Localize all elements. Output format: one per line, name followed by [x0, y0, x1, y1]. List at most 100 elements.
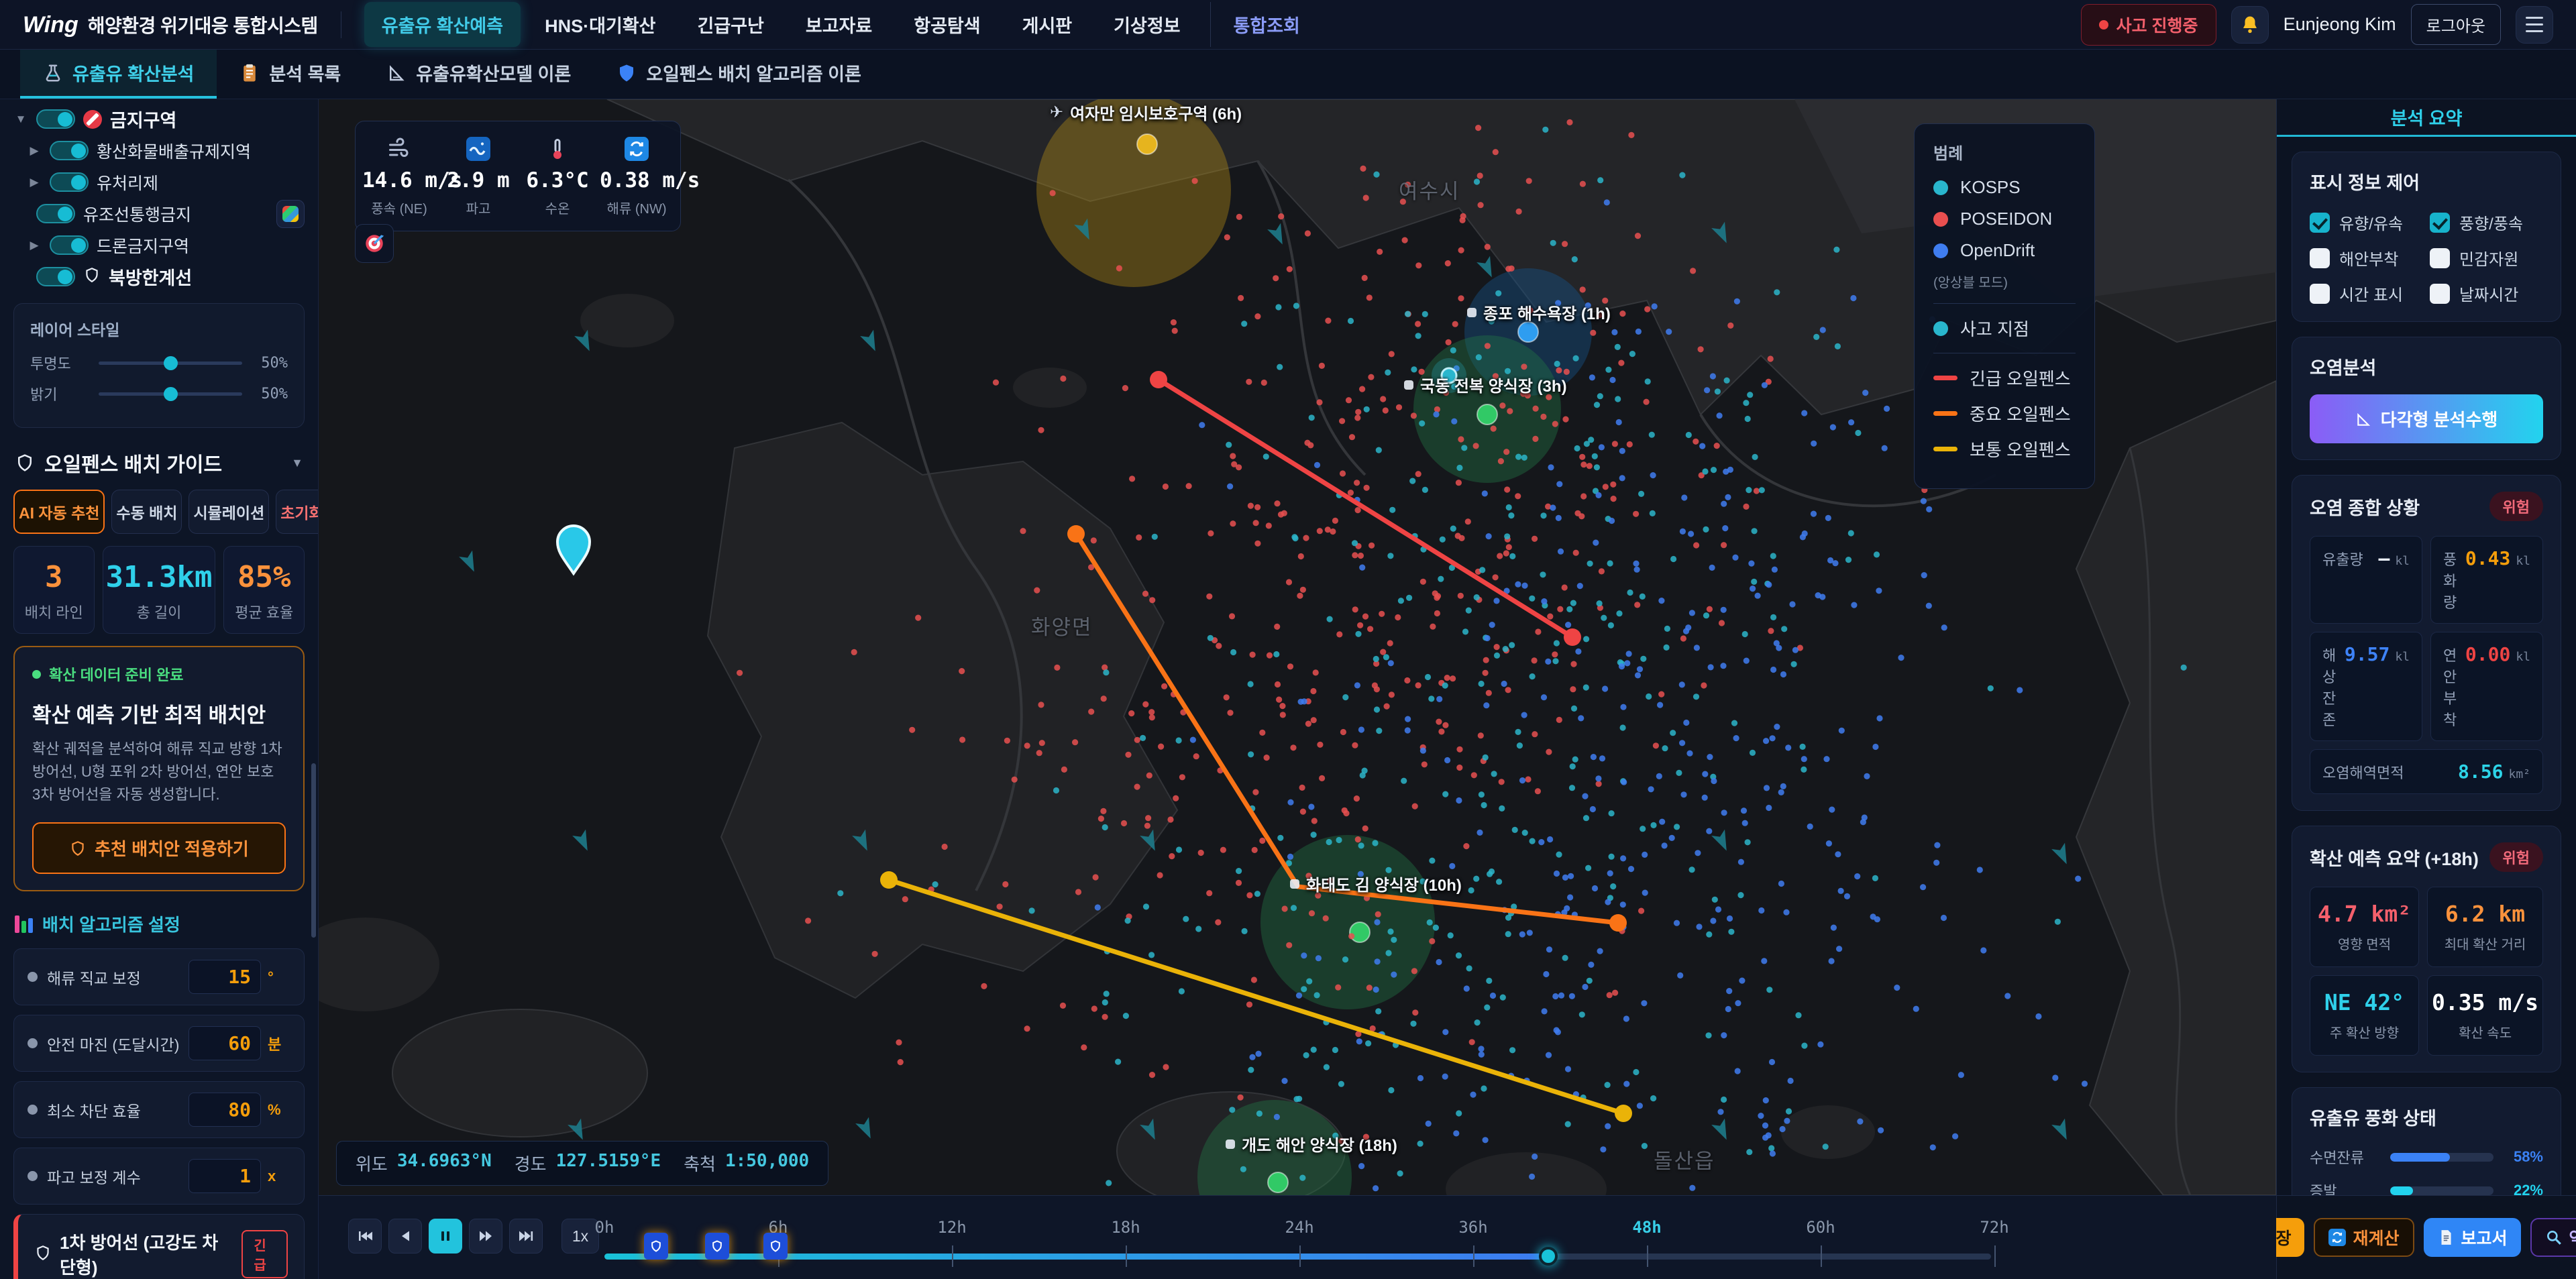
legend-line-icon: [1933, 447, 1957, 451]
checkbox-4[interactable]: 시간 표시: [2310, 282, 2423, 305]
checkbox-checked-icon[interactable]: [2430, 213, 2450, 233]
checkbox-5[interactable]: 날짜시간: [2430, 282, 2543, 305]
pollution-analysis-card: 오염분석 다각형 분석수행: [2292, 337, 2561, 460]
priority-badge: 긴급: [241, 1230, 288, 1278]
checkbox-icon[interactable]: [2430, 284, 2450, 304]
skip-end-button[interactable]: [509, 1219, 543, 1254]
mode-button-3[interactable]: 초기화: [276, 490, 319, 534]
subtab-2[interactable]: 유출유확산모델 이론: [364, 50, 594, 99]
recalculate-button[interactable]: 재계산: [2314, 1218, 2414, 1257]
shield-icon: [710, 1239, 724, 1253]
layer-label-4: 드론금지구역: [97, 233, 189, 258]
weather-label: 파고: [441, 198, 515, 217]
chevron-right-icon[interactable]: ▶: [27, 239, 42, 252]
pollution-value: —: [2378, 547, 2390, 569]
shield-icon: [83, 266, 101, 287]
backtrack-button[interactable]: 역추적: [2530, 1218, 2576, 1257]
sidebar-scrollbar[interactable]: [311, 763, 316, 938]
subtab-0[interactable]: 유출유 확산분석: [20, 50, 217, 99]
notification-bell-button[interactable]: [2231, 6, 2269, 44]
plane-icon: ✈: [1050, 103, 1063, 122]
style-slider-0: 투명도50%: [30, 352, 288, 374]
shield-icon: [616, 63, 637, 83]
step-back-button[interactable]: [388, 1219, 422, 1254]
display-control-title: 표시 정보 제어: [2310, 168, 2420, 194]
nav-item-5[interactable]: 게시판: [1005, 2, 1090, 47]
menu-button[interactable]: [2516, 6, 2553, 44]
polygon-analysis-button[interactable]: 다각형 분석수행: [2310, 394, 2543, 443]
defense-line-card-0[interactable]: 1차 방어선 (고강도 차단형)긴급길이각도8043m303°차단 효율 92%: [13, 1214, 305, 1279]
map-canvas[interactable]: 여수시화양면돌산읍✈여자만 임시보호구역 (6h)종포 해수욕장 (1h)국동 …: [319, 99, 2276, 1195]
subtab-3[interactable]: 오일펜스 배치 알고리즘 이론: [594, 50, 884, 99]
setting-input[interactable]: 80: [189, 1093, 261, 1127]
chevron-right-icon[interactable]: ▶: [27, 144, 42, 158]
setting-label: 파고 보정 계수: [47, 1165, 141, 1188]
user-name: Eunjeong Kim: [2284, 14, 2396, 35]
legend-fence-0: 긴급 오일펜스: [1933, 366, 2076, 390]
nav-item-4[interactable]: 항공탐색: [896, 2, 998, 47]
tab-analysis-summary[interactable]: 분석 요약: [2277, 99, 2576, 137]
layer-toggle-3[interactable]: [36, 204, 75, 223]
checkbox-0[interactable]: 유향/유속: [2310, 211, 2423, 234]
layer-toggle-2[interactable]: [50, 172, 89, 192]
fast-forward-button[interactable]: [469, 1219, 502, 1254]
checkbox-icon[interactable]: [2310, 248, 2330, 268]
checkbox-1[interactable]: 풍향/풍속: [2430, 211, 2543, 234]
logout-button[interactable]: 로그아웃: [2411, 4, 2501, 45]
chevron-right-icon[interactable]: ▶: [27, 176, 42, 189]
slider-thumb[interactable]: [164, 356, 178, 370]
checkbox-icon[interactable]: [2310, 284, 2330, 304]
layer-style-picker-button[interactable]: [276, 200, 305, 228]
pause-icon: [437, 1228, 453, 1244]
playback-speed-button[interactable]: 1x: [561, 1219, 599, 1254]
nav-item-7[interactable]: 통합조회: [1210, 2, 1318, 47]
stat-value: 31.3km: [106, 560, 213, 594]
nav-item-2[interactable]: 긴급구난: [680, 2, 781, 47]
setting-input[interactable]: 60: [189, 1026, 261, 1060]
forecast-summary-card: 확산 예측 요약 (+18h) 위험 4.7 km²영향 면적6.2 km최대 …: [2292, 826, 2561, 1072]
layer-toggle-5[interactable]: [36, 267, 75, 286]
checkbox-2[interactable]: 해안부착: [2310, 246, 2423, 270]
fence-deploy-marker-1[interactable]: [705, 1233, 729, 1260]
nav-item-6[interactable]: 기상정보: [1096, 2, 1197, 47]
guide-stat-1: 31.3km총 길이: [103, 546, 216, 634]
slider-track[interactable]: [99, 392, 242, 396]
nav-item-0[interactable]: 유출유 확산예측: [364, 2, 521, 47]
setting-input[interactable]: 15: [189, 960, 261, 994]
chevron-down-icon[interactable]: ▼: [13, 113, 28, 126]
apply-recommendation-button[interactable]: 추천 배치안 적용하기: [32, 822, 286, 874]
nav-item-1[interactable]: HNS·대기확산: [527, 2, 673, 47]
slider-thumb[interactable]: [164, 387, 178, 401]
logo-mark: Wing: [23, 12, 78, 38]
setting-input[interactable]: 1: [189, 1159, 261, 1193]
locate-incident-button[interactable]: [355, 224, 394, 263]
layer-toggle-1[interactable]: [50, 141, 89, 160]
checkbox-3[interactable]: 민감자원: [2430, 246, 2543, 270]
checkbox-checked-icon[interactable]: [2310, 213, 2330, 233]
layer-toggle-4[interactable]: [50, 235, 89, 255]
bar-percent: 58%: [2504, 1148, 2543, 1166]
fence-deploy-marker-2[interactable]: [763, 1233, 788, 1260]
checkbox-label: 유향/유속: [2339, 211, 2403, 234]
checkbox-icon[interactable]: [2430, 248, 2450, 268]
pause-button[interactable]: [429, 1219, 462, 1254]
timeline-thumb[interactable]: [1539, 1247, 1558, 1266]
timeline-tick-72h: 72h: [1980, 1218, 2008, 1237]
forecast-label: 확산 속도: [2432, 1022, 2538, 1042]
legend-label: POSEIDON: [1960, 209, 2052, 229]
timeline-track[interactable]: [604, 1254, 1991, 1260]
nav-item-3[interactable]: 보고자료: [788, 2, 890, 47]
layer-toggle-0[interactable]: [36, 109, 75, 129]
layer-label-5: 북방한계선: [109, 264, 192, 290]
slider-track[interactable]: [99, 362, 242, 365]
skip-start-button[interactable]: [348, 1219, 382, 1254]
mode-button-0[interactable]: AI 자동 추천: [13, 490, 105, 534]
subtab-1[interactable]: 분석 목록: [217, 50, 364, 99]
mode-button-1[interactable]: 수동 배치: [111, 490, 182, 534]
skip-start-icon: [357, 1228, 373, 1244]
fence-deploy-marker-0[interactable]: [644, 1233, 668, 1260]
pollution-row-1: 풍화량0.43kl: [2430, 536, 2543, 624]
fence-guide-header[interactable]: 오일펜스 배치 가이드 ▼: [15, 448, 303, 478]
mode-button-2[interactable]: 시뮬레이션: [189, 490, 269, 534]
report-button[interactable]: 보고서: [2424, 1218, 2521, 1257]
